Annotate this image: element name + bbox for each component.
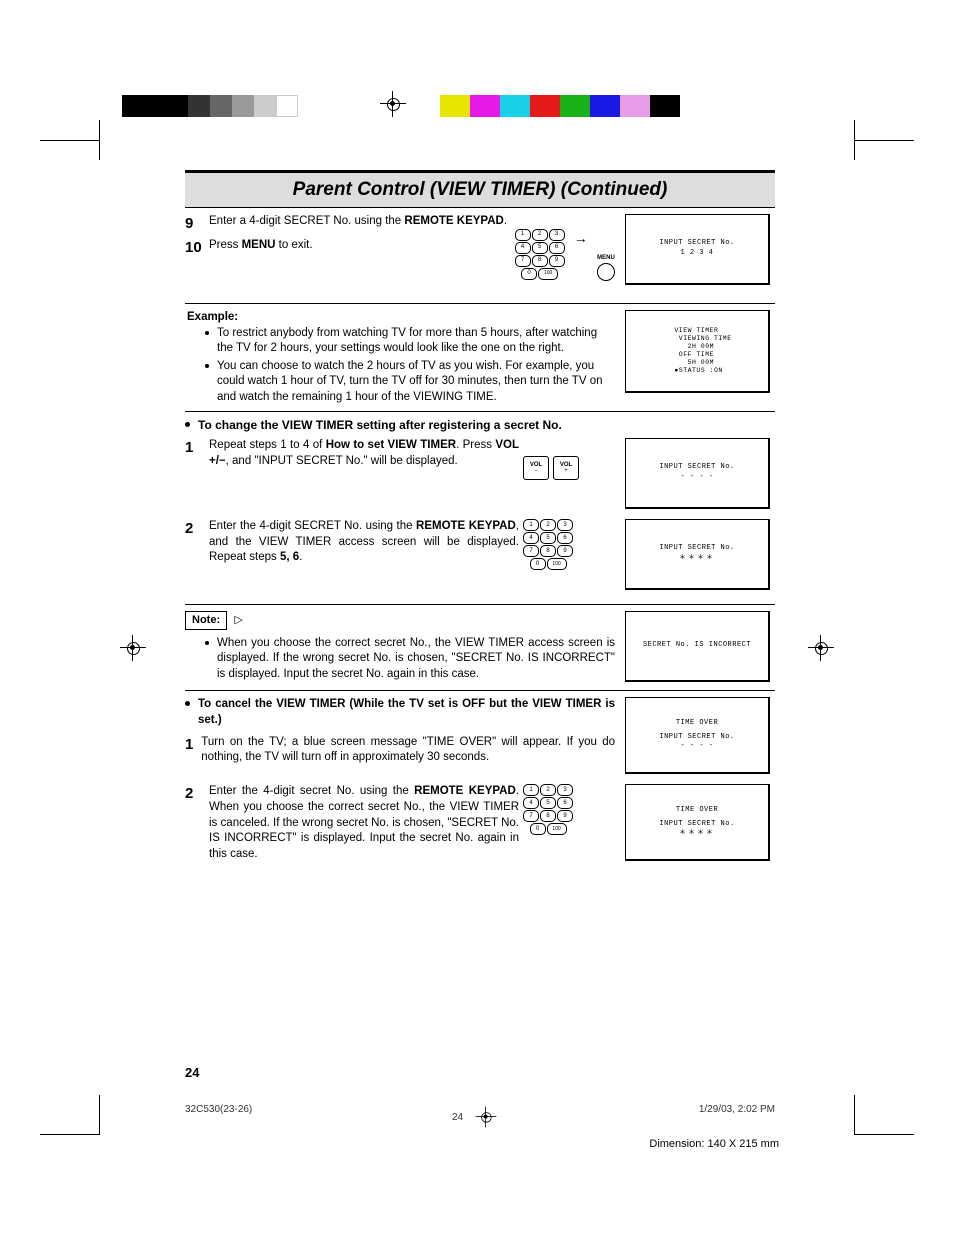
menu-label: MENU bbox=[597, 254, 615, 262]
dimension-text: Dimension: 140 X 215 mm bbox=[649, 1138, 779, 1150]
page-title: Parent Control (VIEW TIMER) (Continued) bbox=[185, 170, 775, 208]
color-strip bbox=[440, 95, 680, 117]
registration-mark-footer bbox=[476, 1107, 497, 1128]
example-bullet-2: You can choose to watch the 2 hours of T… bbox=[217, 359, 615, 406]
cancel-heading: To cancel the VIEW TIMER (While the TV s… bbox=[198, 697, 615, 728]
vol-down-icon: VOL− bbox=[523, 456, 549, 480]
change-setting-heading: To change the VIEW TIMER setting after r… bbox=[198, 418, 562, 432]
remote-keypad-icon: 123 456 789 0100 bbox=[523, 784, 573, 836]
example-heading: Example: bbox=[185, 310, 615, 326]
grayscale-strip bbox=[122, 95, 298, 117]
arrow-icon: → bbox=[574, 229, 588, 248]
note-arrow-icon: ▷ bbox=[234, 613, 242, 628]
tv-screen-time-over-blank: TIME OVER INPUT SECRET No. - - - - bbox=[625, 697, 770, 774]
note-text: When you choose the correct secret No., … bbox=[217, 636, 615, 683]
crop-mark bbox=[854, 1134, 914, 1135]
registration-mark-top bbox=[380, 91, 406, 117]
registration-mark-right bbox=[808, 635, 834, 661]
registration-mark-left bbox=[120, 635, 146, 661]
footer: 32C530(23-26) 24 1/29/03, 2:02 PM bbox=[185, 1104, 775, 1130]
tv-screen-time-over-stars: TIME OVER INPUT SECRET No. ＊＊＊＊ bbox=[625, 784, 770, 861]
crop-mark bbox=[40, 100, 100, 141]
note-label: Note: bbox=[185, 611, 227, 630]
document-page: Parent Control (VIEW TIMER) (Continued) … bbox=[0, 0, 954, 1235]
tv-screen-input-secret-blank: INPUT SECRET No. - - - - bbox=[625, 438, 770, 509]
footer-timestamp: 1/29/03, 2:02 PM bbox=[699, 1104, 775, 1130]
cancel-step-1-number: 1 bbox=[185, 735, 197, 755]
page-content: Parent Control (VIEW TIMER) (Continued) … bbox=[185, 170, 775, 862]
tv-screen-view-timer: VIEW TIMER VIEWING TIME 2H 00M OFF TIME … bbox=[625, 310, 770, 393]
remote-keypad-icon: 123 456 789 0100 bbox=[523, 519, 573, 571]
tv-screen-input-secret-stars: INPUT SECRET No. ＊＊＊＊ bbox=[625, 519, 770, 590]
crop-mark bbox=[40, 1134, 100, 1135]
change-step-1-number: 1 bbox=[185, 438, 205, 458]
tv-screen-input-secret: INPUT SECRET No. 1 2 3 4 bbox=[625, 214, 770, 285]
tv-screen-incorrect: SECRET No. IS INCORRECT bbox=[625, 611, 770, 682]
footer-docid: 32C530(23-26) bbox=[185, 1104, 252, 1130]
step-10-text: Press MENU to exit. bbox=[209, 238, 313, 254]
cancel-step-1-text: Turn on the TV; a blue screen message "T… bbox=[201, 735, 615, 766]
cancel-step-2-number: 2 bbox=[185, 784, 205, 804]
change-step-2-number: 2 bbox=[185, 519, 205, 539]
example-bullet-1: To restrict anybody from watching TV for… bbox=[217, 326, 615, 357]
crop-mark bbox=[854, 100, 914, 141]
vol-up-icon: VOL+ bbox=[553, 456, 579, 480]
remote-keypad-icon: 123 456 789 0100 bbox=[515, 229, 565, 281]
step-number-9: 9 bbox=[185, 214, 205, 234]
footer-page: 24 bbox=[452, 1112, 463, 1123]
step-number-10: 10 bbox=[185, 238, 205, 258]
change-step-2-text: Enter the 4-digit SECRET No. using the R… bbox=[209, 519, 519, 566]
step-9-text: Enter a 4-digit SECRET No. using the REM… bbox=[209, 214, 507, 230]
change-step-1-text: Repeat steps 1 to 4 of How to set VIEW T… bbox=[209, 438, 519, 469]
page-number: 24 bbox=[185, 1065, 199, 1080]
print-registration-top bbox=[0, 95, 954, 135]
menu-button-icon bbox=[597, 263, 615, 281]
cancel-step-2-text: Enter the 4-digit secret No. using the R… bbox=[209, 784, 519, 862]
